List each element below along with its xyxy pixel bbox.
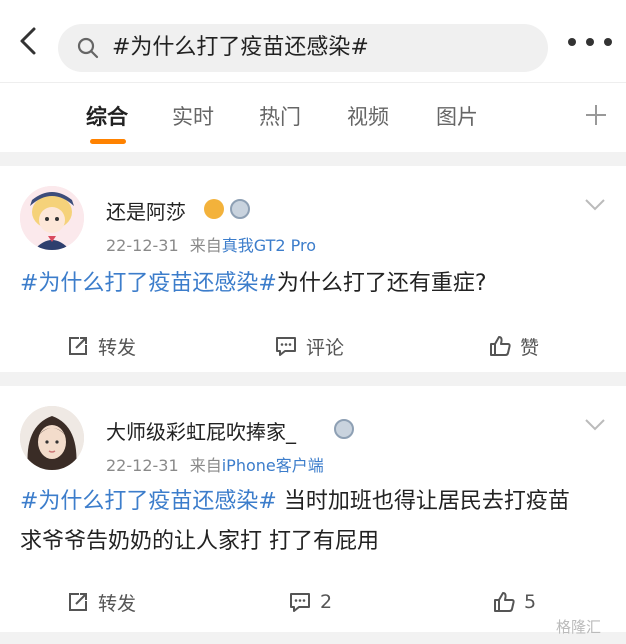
- comment-icon: [290, 593, 310, 612]
- chevron-down-icon[interactable]: [584, 198, 606, 212]
- tab-video[interactable]: 视频: [347, 101, 389, 131]
- from-label: 来自: [189, 236, 222, 255]
- top-bar: #为什么打了疫苗还感染#: [0, 0, 626, 82]
- like-button[interactable]: 5: [492, 582, 536, 622]
- post-actions: 转发 2 5: [0, 582, 626, 622]
- post-card[interactable]: 还是阿莎 22-12-31 来自真我GT2 Pro #为什么打了疫苗还感染#为什…: [0, 166, 626, 372]
- post-date: 22-12-31: [106, 236, 179, 255]
- comment-label: 评论: [306, 336, 345, 359]
- post-date: 22-12-31: [106, 456, 179, 475]
- search-input[interactable]: #为什么打了疫苗还感染#: [58, 24, 548, 72]
- add-tab-icon[interactable]: [584, 103, 608, 127]
- avatar[interactable]: [20, 186, 84, 250]
- username[interactable]: 还是阿莎: [106, 196, 186, 225]
- post-meta: 22-12-31 来自真我GT2 Pro: [106, 232, 316, 256]
- like-count: 5: [524, 591, 537, 613]
- watermark-text: 格隆汇: [556, 618, 602, 636]
- search-results-page: #为什么打了疫苗还感染# 综合 实时 热门 视频 图片 还是阿莎 22-12-3…: [0, 0, 626, 644]
- back-arrow-icon[interactable]: [14, 26, 44, 56]
- more-options-icon[interactable]: [568, 36, 612, 48]
- like-button[interactable]: 赞: [488, 326, 539, 366]
- repost-label: 转发: [98, 592, 137, 615]
- repost-button[interactable]: 转发: [66, 326, 136, 366]
- topic-link[interactable]: #为什么打了疫苗还感染#: [20, 271, 277, 296]
- post-source[interactable]: iPhone客户端: [222, 456, 324, 475]
- post-card[interactable]: 大师级彩虹屁吹捧家_ 22-12-31 来自iPhone客户端 #为什么打了疫苗…: [0, 386, 626, 632]
- avatar[interactable]: [20, 406, 84, 470]
- tab-comprehensive[interactable]: 综合: [86, 101, 128, 131]
- topic-link[interactable]: #为什么打了疫苗还感染#: [20, 489, 277, 514]
- tab-realtime[interactable]: 实时: [172, 101, 214, 131]
- thumbs-up-icon: [494, 592, 515, 612]
- repost-icon: [69, 337, 87, 355]
- comment-count: 2: [320, 591, 333, 613]
- like-label: 赞: [520, 336, 540, 359]
- from-label: 来自: [189, 456, 222, 475]
- repost-button[interactable]: 转发: [66, 582, 136, 622]
- post-source[interactable]: 真我GT2 Pro: [222, 236, 316, 255]
- active-tab-indicator: [90, 139, 126, 144]
- tab-hot[interactable]: 热门: [259, 101, 301, 131]
- comment-icon: [276, 337, 296, 356]
- repost-label: 转发: [98, 336, 137, 359]
- search-query-text: #为什么打了疫苗还感染#: [112, 35, 369, 60]
- post-content: #为什么打了疫苗还感染#为什么打了还有重症?: [20, 264, 610, 304]
- post-meta: 22-12-31 来自iPhone客户端: [106, 452, 324, 476]
- post-actions: 转发 评论 赞: [0, 326, 626, 366]
- chevron-down-icon[interactable]: [584, 418, 606, 432]
- post-text: 为什么打了还有重症?: [276, 271, 487, 296]
- medal-badge-icon: [334, 419, 354, 439]
- username[interactable]: 大师级彩虹屁吹捧家_: [106, 416, 296, 445]
- fish-emoji-icon: [204, 199, 224, 219]
- medal-badge-icon: [230, 199, 250, 219]
- post-content: #为什么打了疫苗还感染# 当时加班也得让居民去打疫苗 求爷爷告奶奶的让人家打 打…: [20, 482, 590, 562]
- tab-bar: 综合 实时 热门 视频 图片: [0, 82, 626, 152]
- thumbs-up-icon: [490, 336, 511, 356]
- comment-button[interactable]: 2: [288, 582, 332, 622]
- tab-images[interactable]: 图片: [436, 101, 478, 131]
- search-icon: [77, 37, 99, 59]
- repost-icon: [69, 593, 87, 611]
- comment-button[interactable]: 评论: [274, 326, 344, 366]
